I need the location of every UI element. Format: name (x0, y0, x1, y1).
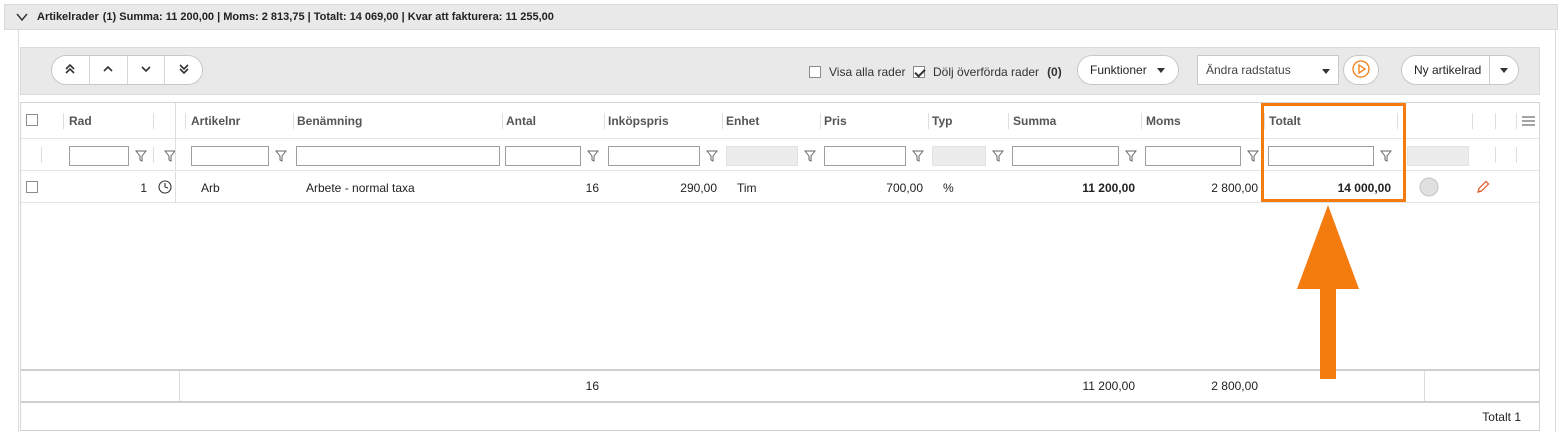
column-header-inkopspris[interactable]: Inköpspris (604, 103, 722, 139)
cell-pris: 700,00 (886, 180, 923, 195)
filter-icon[interactable] (911, 150, 925, 162)
move-down-button[interactable] (128, 56, 166, 84)
move-first-button[interactable] (52, 56, 90, 84)
select-all-checkbox[interactable] (26, 114, 38, 126)
filter-icon[interactable] (803, 150, 817, 162)
column-header-moms[interactable]: Moms (1142, 103, 1262, 139)
filter-input-pris[interactable] (824, 146, 906, 166)
pencil-icon[interactable] (1475, 179, 1491, 198)
panel-title: Artikelrader (37, 11, 99, 23)
row-status-select[interactable]: Ändra radstatus (1197, 55, 1339, 85)
chevron-up-icon (101, 62, 115, 79)
column-header-summa[interactable]: Summa (1009, 103, 1139, 139)
panel-header[interactable]: Artikelrader (1) Summa: 11 200,00 | Moms… (4, 4, 1558, 30)
apply-status-button[interactable] (1343, 55, 1379, 85)
hide-transferred-toggle[interactable]: Dölj överförda rader (0) (913, 65, 1062, 79)
cell-inkopspris: 290,00 (680, 180, 717, 195)
caret-down-icon (1500, 67, 1508, 73)
column-header-rad[interactable]: Rad (65, 103, 153, 139)
clock-icon[interactable] (158, 180, 172, 197)
chevron-down-icon (139, 62, 153, 79)
total-summa: 11 200,00 (1082, 379, 1136, 393)
row-status-placeholder: Ändra radstatus (1206, 63, 1291, 77)
cell-moms: 2 800,00 (1211, 180, 1258, 195)
show-all-rows-label: Visa alla rader (829, 65, 906, 79)
column-header-pris[interactable]: Pris (820, 103, 926, 139)
new-article-row-button[interactable]: Ny artikelrad (1402, 56, 1490, 84)
cell-summa: 11 200,00 (1082, 180, 1135, 195)
filter-input-inkopspris[interactable] (608, 146, 700, 166)
new-article-row-label: Ny artikelrad (1414, 63, 1482, 77)
functions-label: Funktioner (1090, 63, 1147, 77)
cell-enhet: Tim (737, 180, 757, 195)
double-chevron-down-icon (177, 62, 191, 79)
arrow-up-icon (1297, 205, 1359, 379)
hamburger-menu-icon[interactable] (1522, 115, 1535, 130)
row-count: Totalt 1 (1482, 410, 1521, 424)
panel-summary: (1) Summa: 11 200,00 | Moms: 2 813,75 | … (102, 11, 554, 23)
filter-icon[interactable] (134, 150, 148, 162)
filter-icon[interactable] (991, 150, 1005, 162)
row-count-bar: Totalt 1 (20, 403, 1540, 431)
show-all-rows-checkbox[interactable] (809, 66, 821, 78)
filter-icon[interactable] (705, 150, 719, 162)
hide-transferred-label: Dölj överförda rader (933, 65, 1040, 79)
hide-transferred-checkbox[interactable] (913, 66, 925, 78)
circle-status-icon[interactable] (1419, 177, 1439, 200)
column-header-antal[interactable]: Antal (502, 103, 602, 139)
filter-input-artikelnr[interactable] (191, 146, 269, 166)
cell-antal: 16 (585, 180, 599, 195)
filter-icon[interactable] (1246, 150, 1260, 162)
new-article-row-split-button: Ny artikelrad (1401, 55, 1519, 85)
cell-typ: % (943, 180, 954, 195)
column-header-enhet[interactable]: Enhet (722, 103, 818, 139)
chevron-down-icon[interactable] (15, 10, 29, 24)
new-article-row-dropdown[interactable] (1490, 67, 1518, 73)
filter-input-rad[interactable] (69, 146, 129, 166)
play-circle-icon (1351, 59, 1371, 82)
cell-benamning: Arbete - normal taxa (306, 180, 415, 195)
caret-down-icon (1322, 69, 1330, 74)
double-chevron-up-icon (63, 62, 77, 79)
filter-input-enhet (726, 146, 798, 166)
total-antal: 16 (585, 379, 599, 393)
move-up-button[interactable] (90, 56, 128, 84)
row-navigation-group (51, 55, 203, 85)
row-select-checkbox[interactable] (26, 181, 38, 193)
show-all-rows-toggle[interactable]: Visa alla rader (809, 65, 906, 79)
column-header-artikelnr[interactable]: Artikelnr (187, 103, 291, 139)
filter-input-antal[interactable] (505, 146, 581, 166)
filter-icon[interactable] (586, 150, 600, 162)
total-moms: 2 800,00 (1211, 379, 1258, 393)
filter-input-benamning[interactable] (296, 146, 500, 166)
functions-button[interactable]: Funktioner (1077, 55, 1179, 85)
column-header-benamning[interactable]: Benämning (293, 103, 501, 139)
filter-input-status (1407, 146, 1469, 166)
filter-icon[interactable] (274, 150, 288, 162)
filter-input-summa[interactable] (1012, 146, 1119, 166)
column-header-typ[interactable]: Typ (928, 103, 1006, 139)
caret-down-icon (1156, 67, 1165, 73)
filter-icon[interactable] (1124, 150, 1138, 162)
cell-rad: 1 (140, 180, 147, 195)
filter-input-moms[interactable] (1145, 146, 1241, 166)
move-last-button[interactable] (165, 56, 202, 84)
hidden-count: (0) (1047, 65, 1062, 79)
toolbar: Visa alla rader Dölj överförda rader (0)… (20, 47, 1540, 95)
totalt-highlight-box (1261, 103, 1406, 202)
cell-artikelnr: Arb (201, 180, 220, 195)
filter-input-typ (932, 146, 986, 166)
